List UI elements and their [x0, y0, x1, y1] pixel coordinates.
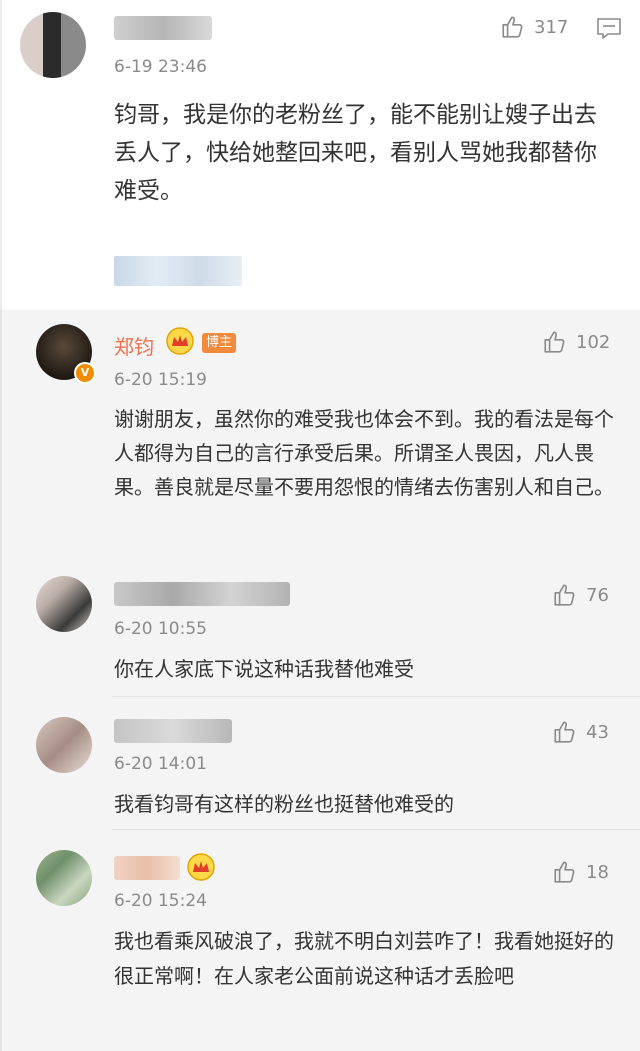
list-item: 76 6-20 10:55 你在人家底下说这种话我替他难受 — [2, 562, 640, 697]
like-count: 317 — [534, 16, 569, 38]
like-button[interactable]: 43 — [552, 719, 609, 745]
thumbs-up-icon — [502, 16, 523, 38]
like-count: 18 — [586, 861, 609, 883]
list-item: 18 6-20 15:24 我也看乘风破浪了，我就不明白刘芸咋了！我看她挺好的很… — [2, 830, 640, 1051]
avatar[interactable] — [36, 717, 92, 773]
username-blurred[interactable] — [114, 582, 290, 606]
thumbs-up-icon — [554, 861, 575, 883]
like-button[interactable]: 76 — [552, 582, 609, 608]
like-button[interactable]: 102 — [542, 329, 610, 355]
like-button[interactable]: 317 — [500, 14, 568, 40]
comment-text: 钧哥，我是你的老粉丝了，能不能别让嫂子出去丢人了，快给她整回来吧，看别人骂她我都… — [114, 102, 597, 204]
crown-icon — [166, 327, 194, 355]
timestamp: 6-20 14:01 — [114, 754, 207, 774]
reply-text: 我也看乘风破浪了，我就不明白刘芸咋了！我看她挺好的很正常啊！在人家老公面前说这种… — [114, 929, 614, 988]
username-blurred[interactable] — [114, 856, 180, 880]
like-button[interactable]: 18 — [552, 859, 609, 885]
list-item: V 郑钧 博主 102 6-20 15:19 谢谢朋友，虽然你的难受我也体会不到… — [2, 310, 640, 562]
thumbs-up-icon — [554, 584, 575, 606]
reply-list: V 郑钧 博主 102 6-20 15:19 谢谢朋友，虽然你的难受我也体会不到… — [0, 310, 640, 1051]
author-name[interactable]: 郑钧 — [114, 331, 154, 360]
main-comment: 317 6-19 23:46 钧哥，我是你的老粉丝了，能不能别让嫂子出去丢人了，… — [0, 0, 640, 310]
like-count: 43 — [586, 721, 609, 743]
thumbs-up-icon — [554, 721, 575, 743]
thumbs-up-icon — [544, 331, 565, 353]
crown-icon — [187, 853, 215, 881]
author-badge: 博主 — [202, 333, 237, 353]
like-count: 102 — [576, 331, 611, 353]
avatar[interactable] — [36, 850, 92, 906]
username-blurred[interactable] — [114, 719, 232, 743]
avatar[interactable] — [36, 576, 92, 632]
avatar[interactable] — [20, 12, 86, 78]
reply-text: 你在人家底下说这种话我替他难受 — [114, 657, 414, 681]
blurred-image[interactable] — [114, 256, 242, 286]
like-count: 76 — [586, 584, 609, 606]
list-item: 43 6-20 14:01 我看钧哥有这样的粉丝也挺替他难受的 — [2, 697, 640, 830]
timestamp: 6-20 15:19 — [114, 370, 207, 390]
reply-text: 我看钧哥有这样的粉丝也挺替他难受的 — [114, 792, 454, 816]
timestamp: 6-20 15:24 — [114, 891, 207, 911]
username-blurred[interactable] — [114, 16, 212, 40]
comment-icon[interactable] — [596, 17, 622, 41]
timestamp: 6-19 23:46 — [114, 57, 207, 77]
verified-badge: V — [74, 362, 96, 384]
reply-text: 谢谢朋友，虽然你的难受我也体会不到。我的看法是每个人都得为自己的言行承受后果。所… — [114, 407, 614, 499]
timestamp: 6-20 10:55 — [114, 619, 207, 639]
